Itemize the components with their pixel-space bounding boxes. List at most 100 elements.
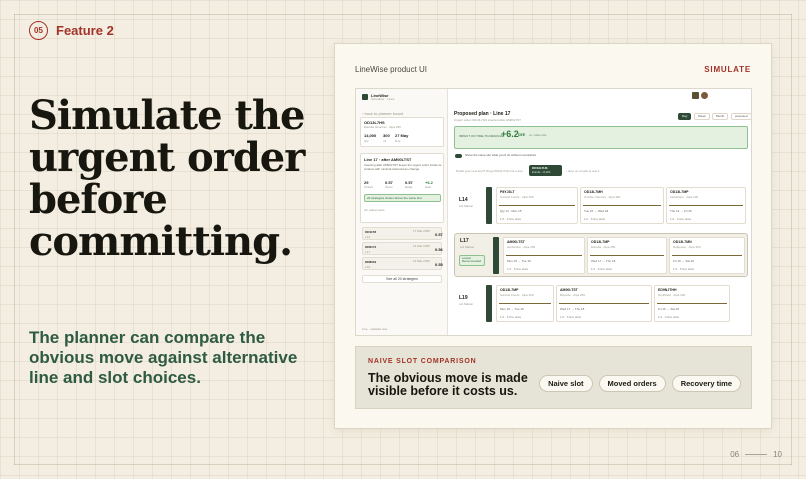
impact-panel: IMPACT ON TIME-TO-RESOLVE +6.2 DEE vs. n… <box>454 126 748 149</box>
frame-line-top <box>14 14 792 15</box>
drag-chip[interactable]: OD13L7HS Estrella · 14,000 <box>529 165 562 176</box>
alt-sub: L17 <box>365 250 371 254</box>
tab-month[interactable]: Month <box>712 113 729 120</box>
rec-text: Inserting after AM00LTST keeps the urgen… <box>364 163 442 171</box>
kpi-orders-label: Orders <box>364 185 374 189</box>
bell-icon[interactable] <box>692 92 699 99</box>
slot-card[interactable]: ED9NJTHH Northfield · Alpa 300 Fri 19 → … <box>654 285 730 322</box>
slot-card[interactable]: OD13L7MP Fieldstone · Alpa 200 Thu 19 → … <box>666 187 746 224</box>
slot-timeline <box>657 303 727 304</box>
feature-label: Feature 2 <box>56 23 114 38</box>
stat-due-label: Due <box>395 139 401 143</box>
page-total: 10 <box>773 450 782 459</box>
banner-headline: The obvious move is made visible before … <box>368 371 528 398</box>
alt-row-1[interactable]: OD1178 L14 17 Mar 2025 0.57 <box>362 227 443 240</box>
kpi-delay-label: Delay <box>405 185 413 189</box>
slot-timeline <box>583 205 661 206</box>
strategy-note-text: 20 strategies cluster above the same slo… <box>367 196 422 200</box>
slot-foot: 1.0 · 6 line slots <box>560 315 582 319</box>
slot-timeline <box>590 255 664 256</box>
alt-label: Alt. placements <box>364 208 385 212</box>
slot-foot: 1.0 · 6 line slots <box>507 267 529 271</box>
stat-qty: 14,000 <box>364 133 377 138</box>
slot-sub: Sunbelt Foods · Alpa 300 <box>500 195 534 199</box>
avatar[interactable] <box>701 92 708 99</box>
plan-sub: Urgent order OD13L7HS inserted after AM0… <box>454 118 521 122</box>
banner-chips: Naive slot Moved orders Recovery time <box>539 375 741 392</box>
kpi-gain-label: Gain <box>425 185 432 189</box>
slot-foot: 1.0 · 6 line slots <box>500 217 522 221</box>
alt-row-2[interactable]: OD6174 L17 14 Mar 2025 0.56 <box>362 242 443 255</box>
slot-card[interactable]: AM00LTST Bayside · Alpa 250 Wed 17 → Thu… <box>556 285 652 322</box>
alt-score: 0.55 <box>435 262 443 267</box>
frame-line-left <box>14 14 15 465</box>
slot-meta: Tue 16 → Wed 18 <box>584 209 609 213</box>
slot-card[interactable]: OD13L7MN Ridgeway · Alpa 300 Fri 19 → Sa… <box>669 237 745 274</box>
lane-id: L17 <box>460 238 469 244</box>
slot-card[interactable]: OD13L7MH Granite Canners · Alpa 300 Tue … <box>580 187 664 224</box>
tab-day[interactable]: Day <box>678 113 692 120</box>
slot-name: AM00LTST <box>560 288 578 292</box>
impact-value: +6.2 <box>501 129 519 139</box>
slot-meta: Thu 19 → Fri 20 <box>670 209 692 213</box>
chip-naive-slot[interactable]: Naive slot <box>539 375 593 392</box>
slot-timeline <box>669 205 743 206</box>
slot-name: OD13L7MN <box>673 240 692 244</box>
alt-row-3[interactable]: OD8019 L19 13 Mar 2025 0.55 <box>362 257 443 270</box>
product-card: LineWise product UI SIMULATE LineWise Sc… <box>334 43 772 429</box>
slot-card[interactable]: OD13L7MP Estrella · Alpa 250 Wed 17 → Th… <box>587 237 667 274</box>
see-all-button[interactable]: See all 20 strategies <box>362 275 442 283</box>
slot-card[interactable]: P8YJ3LT Sunbelt Foods · Alpa 300 Qty 14 … <box>496 187 578 224</box>
alt-sub: L19 <box>365 265 371 269</box>
lane-sub: Lid Station <box>459 204 474 208</box>
slot-card[interactable]: OD13L7MP Sunbelt Foods · Alpa 200 Mon 15… <box>496 285 554 322</box>
stat-due: 27 May <box>395 133 409 138</box>
tab-week[interactable]: Week <box>694 113 710 120</box>
rec-title: Line 17 · after AM00LTST <box>364 157 412 162</box>
back-link[interactable]: ‹ back to planner board <box>362 111 403 116</box>
slot-meta: Mon 15 → Tue 16 <box>500 307 524 311</box>
stat-qty-label: Qty <box>364 139 369 143</box>
see-all-label: See all 20 strategies <box>386 277 418 281</box>
lane-status: Lowest Recommended <box>459 255 485 266</box>
headline: Simulate the urgent order before committ… <box>29 92 305 265</box>
pager-rule <box>745 454 768 455</box>
lane-l14[interactable]: L14 Lid Station P8YJ3LT Sunbelt Foods · … <box>454 185 748 227</box>
tab-proposed[interactable]: proposed <box>731 113 751 120</box>
naive-toggle[interactable] <box>455 154 462 158</box>
lane-l19[interactable]: L19 Lid Station OD13L7MP Sunbelt Foods ·… <box>454 283 748 325</box>
slot-timeline <box>672 255 742 256</box>
slot-sub: Sunbelt Foods · Alpa 200 <box>500 293 534 297</box>
chip-moved-orders[interactable]: Moved orders <box>598 375 666 392</box>
lane-sub: Lid Station <box>460 245 475 249</box>
alt-score: 0.56 <box>435 247 443 252</box>
alt-date: 14 Mar 2025 <box>413 244 430 248</box>
lane-sub: Lid Station <box>459 302 474 306</box>
slot-sub: Bayside · Alpa 250 <box>560 293 586 297</box>
slot-meta: Fri 19 → Sat 20 <box>658 307 680 311</box>
alt-date: 13 Mar 2025 <box>413 259 430 263</box>
subline: The planner can compare the obvious move… <box>29 328 298 387</box>
slot-sub: Ridgeway · Alpa 300 <box>673 245 701 249</box>
slot-name: OD13L7MP <box>500 288 519 292</box>
alt-date: 17 Mar 2025 <box>413 229 430 233</box>
kpi-score-label: Score <box>385 185 393 189</box>
stat-ml: 300 <box>383 133 390 138</box>
slot-timeline <box>559 303 649 304</box>
impact-unit: DEE <box>518 133 526 137</box>
slot-name: OD13L7MP <box>670 190 689 194</box>
app-brand-sub: Scheduler · Lines <box>371 97 395 101</box>
chip-recovery-time[interactable]: Recovery time <box>671 375 741 392</box>
lane-id: L14 <box>459 197 468 203</box>
slot-name: OD13L7MP <box>591 240 610 244</box>
lane-marker <box>486 187 492 224</box>
alt-sub: L14 <box>365 235 371 239</box>
slot-name: AM00LTST <box>507 240 525 244</box>
alt-score: 0.57 <box>435 232 443 237</box>
slot-card[interactable]: AM00LTST Harborline · Alpa 250 Mon 15 → … <box>503 237 585 274</box>
lane-l17[interactable]: L17 Lid Station Lowest Recommended AM00L… <box>454 233 748 277</box>
slot-sub: Harborline · Alpa 250 <box>507 245 536 249</box>
recommendation-box: Line 17 · after AM00LTST Inserting after… <box>360 153 444 223</box>
slot-meta: Wed 17 → Thu 18 <box>560 307 585 311</box>
footer-status: Live · updated now <box>362 327 388 331</box>
